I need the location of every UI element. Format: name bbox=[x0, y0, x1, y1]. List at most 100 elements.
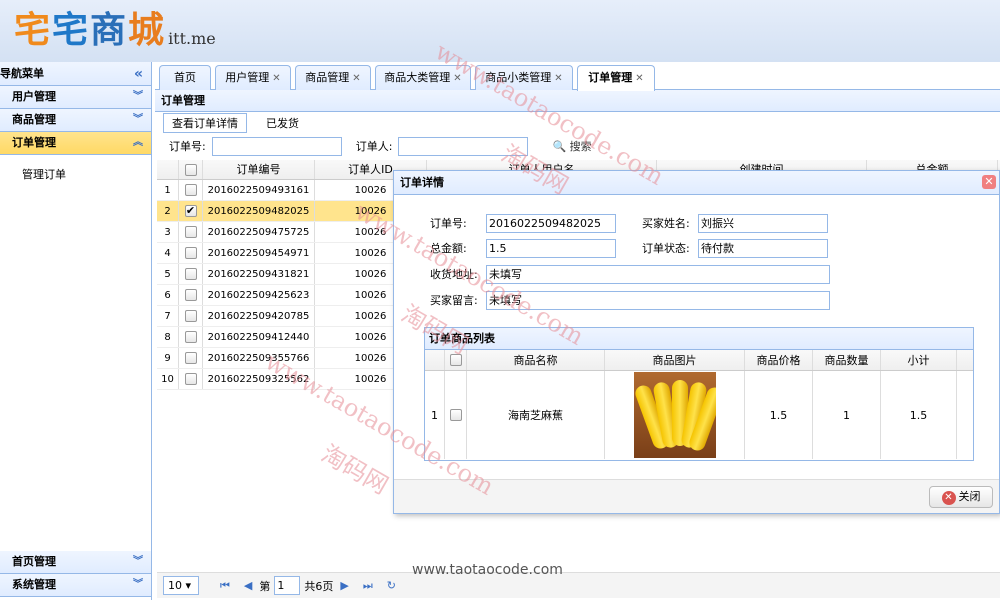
field-label: 买家留言: bbox=[430, 294, 478, 307]
select-all-checkbox[interactable] bbox=[184, 164, 197, 176]
row-checkbox[interactable] bbox=[184, 268, 197, 280]
address-field[interactable]: 未填写 bbox=[486, 264, 830, 284]
row-checkbox[interactable] bbox=[184, 247, 197, 259]
tab-orders[interactable]: 订单管理 ✕ bbox=[577, 65, 655, 91]
row-checkbox[interactable]: ✔ bbox=[184, 205, 197, 217]
logo-char: 宅 bbox=[14, 9, 53, 51]
next-page-icon[interactable]: ▶ bbox=[340, 579, 348, 592]
refresh-icon[interactable]: ↻ bbox=[387, 579, 396, 592]
items-table-header: 商品名称 商品图片 商品价格 商品数量 小计 bbox=[425, 350, 973, 371]
mark-shipped-button[interactable]: 已发货 bbox=[257, 113, 308, 133]
tab-products[interactable]: 商品管理 ✕ bbox=[295, 65, 371, 90]
prev-page-icon[interactable]: ◀ bbox=[244, 579, 252, 592]
total-field[interactable]: 1.5 bbox=[486, 238, 616, 258]
sidebar-item-label: 系统管理 bbox=[12, 578, 56, 591]
column-header[interactable]: 商品名称 bbox=[467, 350, 605, 370]
close-icon[interactable]: ✕ bbox=[635, 73, 643, 84]
row-checkbox-cell bbox=[445, 371, 467, 459]
order-number: 2016022509412440 bbox=[203, 327, 315, 347]
tab-label: 商品大类管理 bbox=[384, 71, 451, 84]
tab-label: 商品管理 bbox=[305, 71, 350, 84]
row-checkbox[interactable] bbox=[184, 226, 197, 238]
column-header[interactable]: 订单编号 bbox=[203, 160, 315, 179]
row-checkbox[interactable] bbox=[184, 352, 197, 364]
select-all-checkbox-cell bbox=[445, 350, 467, 370]
close-icon[interactable]: ✕ bbox=[352, 73, 360, 84]
column-header[interactable]: 商品价格 bbox=[745, 350, 813, 370]
footer-url: www.taotaocode.com bbox=[412, 562, 563, 578]
row-checkbox[interactable] bbox=[184, 331, 197, 343]
tab-label: 订单管理 bbox=[588, 71, 633, 84]
message-field[interactable]: 未填写 bbox=[486, 290, 830, 310]
page-size-select[interactable]: 10 ▾ bbox=[163, 576, 199, 595]
close-button[interactable]: ✕ 关闭 bbox=[929, 486, 993, 508]
tab-subcategories[interactable]: 商品小类管理 ✕ bbox=[475, 65, 573, 90]
search-button[interactable]: 🔍 搜索 bbox=[552, 138, 591, 154]
row-checkbox-cell bbox=[179, 222, 203, 242]
toolbar: 查看订单详情 已发货 bbox=[155, 112, 1000, 134]
field-order-no: 订单号: 2016022509482025 bbox=[430, 213, 616, 233]
row-checkbox-cell bbox=[179, 306, 203, 326]
field-buyer: 买家姓名: 刘振兴 bbox=[642, 213, 828, 233]
close-icon[interactable]: ✕ bbox=[982, 175, 996, 189]
row-checkbox[interactable] bbox=[449, 409, 462, 421]
double-chevron-up-icon[interactable]: ︽ bbox=[133, 132, 143, 154]
row-checkbox[interactable] bbox=[184, 184, 197, 196]
tab-users[interactable]: 用户管理 ✕ bbox=[215, 65, 291, 90]
sidebar-item-system[interactable]: 系统管理 ︾ bbox=[0, 574, 151, 597]
double-chevron-down-icon[interactable]: ︾ bbox=[133, 86, 143, 108]
row-checkbox-cell bbox=[179, 327, 203, 347]
order-number: 2016022509475725 bbox=[203, 222, 315, 242]
row-number: 7 bbox=[157, 306, 179, 326]
tab-home[interactable]: 首页 bbox=[159, 65, 211, 90]
sidebar-title-label: 导航菜单 bbox=[0, 67, 44, 80]
row-number-header bbox=[425, 350, 445, 370]
row-checkbox-cell bbox=[179, 369, 203, 389]
table-row[interactable]: 1 海南芝麻蕉 1.5 1 1.5 bbox=[425, 371, 973, 459]
logo-char: 商 bbox=[90, 9, 129, 51]
sidebar-item-products[interactable]: 商品管理 ︾ bbox=[0, 109, 151, 132]
page-number-input[interactable]: 1 bbox=[274, 576, 301, 595]
order-no-input[interactable] bbox=[211, 136, 342, 156]
double-chevron-down-icon[interactable]: ︾ bbox=[133, 551, 143, 573]
logo-char: 宅 bbox=[52, 9, 91, 51]
double-chevron-down-icon[interactable]: ︾ bbox=[133, 574, 143, 596]
row-checkbox[interactable] bbox=[184, 289, 197, 301]
row-checkbox-cell bbox=[179, 348, 203, 368]
tab-label: 用户管理 bbox=[225, 71, 270, 84]
sidebar-item-label: 首页管理 bbox=[12, 555, 56, 568]
search-label: 搜索 bbox=[569, 140, 592, 153]
view-order-detail-button[interactable]: 查看订单详情 bbox=[163, 113, 247, 133]
row-number: 6 bbox=[157, 285, 179, 305]
row-checkbox[interactable] bbox=[184, 373, 197, 385]
sidebar-subitem-manage-orders[interactable]: 管理订单 bbox=[22, 165, 151, 185]
select-all-checkbox[interactable] bbox=[449, 354, 462, 366]
dialog-footer: ✕ 关闭 bbox=[394, 479, 999, 513]
close-icon[interactable]: ✕ bbox=[453, 73, 461, 84]
tab-categories[interactable]: 商品大类管理 ✕ bbox=[375, 65, 471, 90]
row-checkbox-cell bbox=[179, 180, 203, 200]
column-header[interactable]: 商品数量 bbox=[813, 350, 881, 370]
row-checkbox[interactable] bbox=[184, 310, 197, 322]
first-page-icon[interactable]: ⏮ bbox=[220, 579, 230, 593]
status-field[interactable]: 待付款 bbox=[698, 238, 828, 258]
tab-label: 首页 bbox=[174, 71, 196, 84]
close-icon[interactable]: ✕ bbox=[272, 73, 280, 84]
buyer-field[interactable]: 刘振兴 bbox=[698, 213, 828, 233]
sidebar-item-users[interactable]: 用户管理 ︾ bbox=[0, 86, 151, 109]
dialog-title-label: 订单详情 bbox=[400, 176, 444, 189]
sidebar-item-orders[interactable]: 订单管理 ︽ bbox=[0, 132, 151, 155]
row-checkbox-cell bbox=[179, 285, 203, 305]
site-logo: 宅 宅 商 城 itt.me bbox=[14, 4, 216, 52]
order-number: 2016022509431821 bbox=[203, 264, 315, 284]
field-label: 收货地址: bbox=[430, 268, 478, 281]
close-icon[interactable]: ✕ bbox=[554, 73, 562, 84]
last-page-icon[interactable]: ⏭ bbox=[363, 579, 373, 593]
orderer-input[interactable] bbox=[398, 136, 529, 156]
column-header[interactable]: 商品图片 bbox=[605, 350, 745, 370]
sidebar-item-home[interactable]: 首页管理 ︾ bbox=[0, 551, 151, 574]
column-header[interactable]: 小计 bbox=[881, 350, 957, 370]
double-chevron-down-icon[interactable]: ︾ bbox=[133, 109, 143, 131]
order-no-field[interactable]: 2016022509482025 bbox=[486, 213, 616, 233]
double-chevron-left-icon[interactable]: « bbox=[134, 62, 143, 86]
